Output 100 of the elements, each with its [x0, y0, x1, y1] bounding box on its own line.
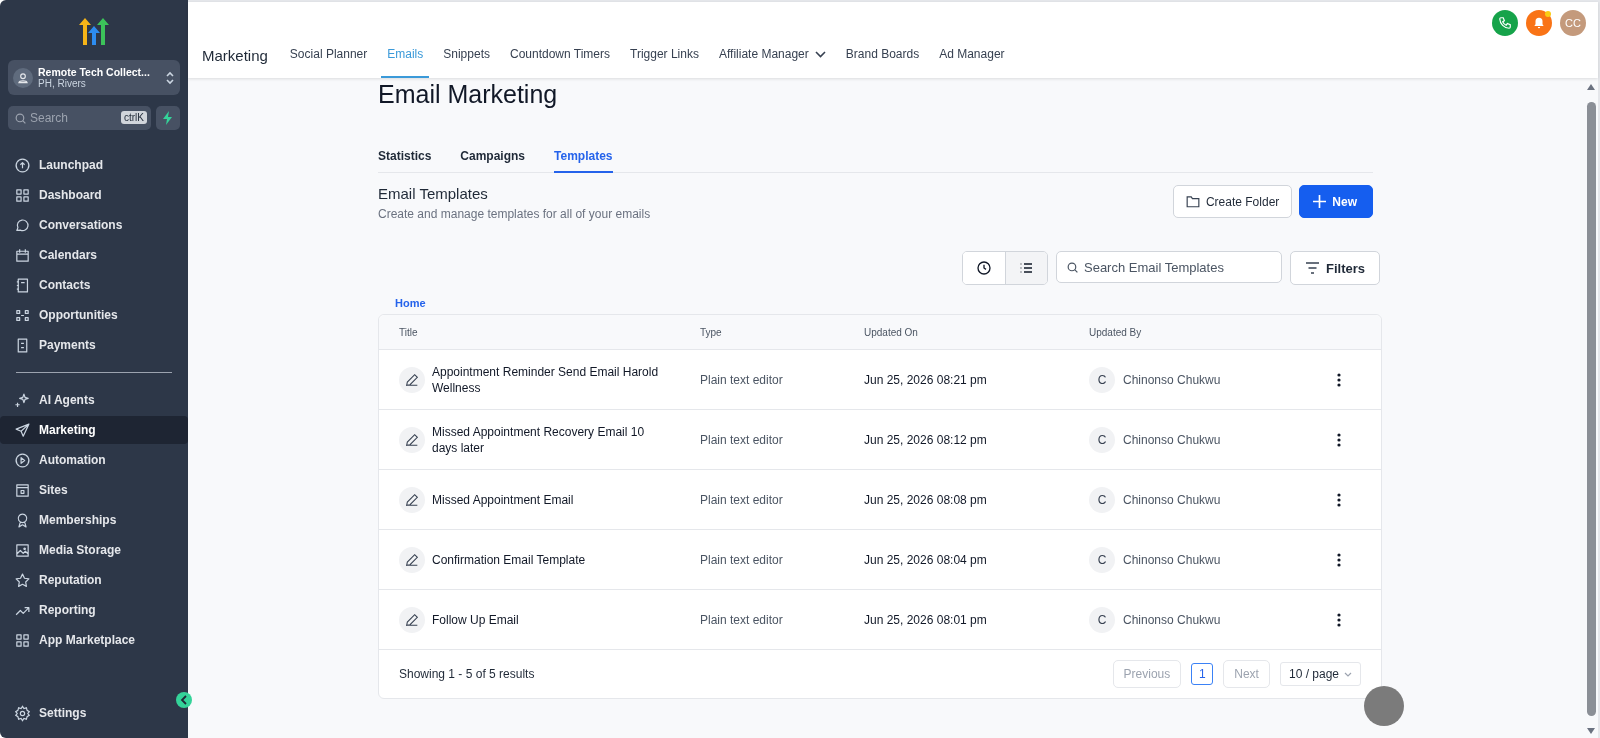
grid-icon — [14, 186, 31, 204]
table-cell-text: Jun 25, 2026 08:01 pm — [864, 612, 988, 627]
nav-tab[interactable]: Trigger Links — [624, 36, 705, 78]
floating-circle — [1364, 686, 1404, 726]
lightning-icon — [162, 111, 174, 125]
contact-book-icon — [14, 276, 31, 294]
nav-tab[interactable]: Affiliate Manager — [712, 36, 832, 78]
settings-icon — [14, 704, 31, 722]
pen-icon — [399, 606, 425, 633]
table-cell-text: Plain text editor — [700, 492, 784, 507]
pen-icon — [399, 486, 425, 513]
bell-icon — [1532, 16, 1546, 30]
more-icon — [1337, 432, 1341, 447]
page-button[interactable]: 1 — [1191, 663, 1214, 685]
plus-icon — [1313, 195, 1327, 208]
list-view-button[interactable] — [1005, 252, 1047, 284]
search-icon — [1066, 261, 1079, 274]
table-cell-text: Jun 25, 2026 08:08 pm — [864, 492, 988, 507]
scroll-down-icon[interactable] — [1587, 728, 1595, 734]
account-name: Remote Tech Collect... — [38, 66, 151, 78]
table-cell-text: Jun 25, 2026 08:21 pm — [864, 372, 988, 387]
create-folder-button[interactable]: Create Folder — [1172, 185, 1293, 218]
scrollbar-thumb[interactable] — [1586, 102, 1596, 716]
more-icon — [1337, 612, 1341, 627]
settings-item[interactable]: Settings — [0, 699, 188, 727]
filters-button[interactable]: Filters — [1290, 251, 1380, 285]
user-name: Chinonso Chukwu — [1123, 372, 1221, 387]
user-initial: C — [1089, 426, 1115, 453]
more-icon — [1337, 552, 1341, 567]
nav-item[interactable]: AI Agents — [0, 386, 188, 414]
collapse-button[interactable] — [176, 692, 192, 708]
nav-item[interactable]: App Marketplace — [0, 626, 188, 654]
nav-item[interactable]: Contacts — [0, 271, 188, 299]
column-header: Updated By — [1089, 326, 1143, 338]
template-title[interactable]: Missed Appointment Recovery Email 10 days later — [432, 423, 672, 456]
section-heading: Email Templates — [378, 185, 489, 202]
account-location: PH, Rivers — [38, 78, 87, 89]
chat-icon — [14, 216, 31, 234]
pen-icon — [399, 366, 425, 393]
nav-item[interactable]: Conversations — [0, 211, 188, 239]
user-initial: C — [1089, 546, 1115, 573]
filter-icon — [1305, 262, 1320, 274]
results-summary: Showing 1 - 5 of 5 results — [399, 667, 535, 681]
star-icon — [14, 571, 31, 589]
more-icon — [1337, 372, 1341, 387]
template-search-field[interactable]: Search Email Templates — [1056, 251, 1282, 283]
nav-item[interactable]: Launchpad — [0, 151, 188, 179]
shortcut-hint: ctrlK — [121, 111, 147, 124]
nav-tab[interactable]: Countdown Timers — [503, 36, 616, 78]
template-title[interactable]: Missed Appointment Email — [432, 491, 672, 508]
page-size-select[interactable]: 10 / page — [1279, 662, 1361, 686]
template-title[interactable]: Confirmation Email Template — [432, 551, 672, 568]
column-header: Type — [700, 326, 723, 338]
nav-item[interactable]: Automation — [0, 446, 188, 474]
more-icon — [1337, 492, 1341, 507]
nav-tab[interactable]: Brand Boards — [839, 36, 926, 78]
pen-icon — [399, 426, 425, 453]
user-name: Chinonso Chukwu — [1123, 492, 1221, 507]
section-subtitle: Create and manage templates for all of your emails — [378, 207, 651, 221]
new-button[interactable]: New — [1299, 185, 1373, 218]
chevron-up-down-icon — [165, 70, 175, 85]
image-icon — [14, 541, 31, 559]
user-initial: C — [1089, 366, 1115, 393]
nav-item[interactable]: Dashboard — [0, 181, 188, 209]
nav-item[interactable]: Opportunities — [0, 301, 188, 329]
nav-item[interactable]: Marketing — [0, 416, 188, 444]
browser-icon — [14, 481, 31, 499]
nav-tab[interactable]: Snippets — [437, 36, 496, 78]
nav-item[interactable]: Sites — [0, 476, 188, 504]
table-cell-text: Jun 25, 2026 08:12 pm — [864, 432, 988, 447]
nav-item[interactable]: Reputation — [0, 566, 188, 594]
template-title[interactable]: Follow Up Email — [432, 611, 672, 628]
page-tab[interactable]: Templates — [554, 141, 613, 173]
phone-icon — [1498, 16, 1512, 30]
user-initial: C — [1089, 486, 1115, 513]
scroll-up-icon[interactable] — [1587, 84, 1595, 90]
folder-icon — [1185, 195, 1200, 208]
column-header: Title — [399, 326, 419, 338]
nav-item[interactable]: Payments — [0, 331, 188, 359]
nav-tab[interactable]: Social Planner — [283, 36, 374, 78]
page-tab[interactable]: Statistics — [378, 141, 432, 173]
table-cell-text: Plain text editor — [700, 552, 784, 567]
page-tab[interactable]: Campaigns — [460, 141, 526, 173]
nav-item[interactable]: Calendars — [0, 241, 188, 269]
user-initial: C — [1089, 606, 1115, 633]
apps-icon — [14, 631, 31, 649]
calendar-icon — [14, 246, 31, 264]
phone-button[interactable] — [1492, 10, 1518, 36]
chevron-down-icon — [1344, 671, 1352, 677]
account-switcher[interactable]: Remote Tech Collect... PH, Rivers — [8, 60, 180, 95]
nav-item[interactable]: Media Storage — [0, 536, 188, 564]
nav-item[interactable]: Memberships — [0, 506, 188, 534]
breadcrumb-link[interactable]: Home — [395, 297, 426, 309]
nav-item[interactable]: Reporting — [0, 596, 188, 624]
search-icon — [14, 112, 27, 125]
table-cell-text: Plain text editor — [700, 372, 784, 387]
notifications-button[interactable] — [1526, 10, 1552, 36]
nav-tab[interactable]: Ad Manager — [933, 36, 1011, 78]
quick-action-button[interactable] — [156, 106, 180, 130]
template-title[interactable]: Appointment Reminder Send Email Harold Wellness — [432, 363, 672, 396]
